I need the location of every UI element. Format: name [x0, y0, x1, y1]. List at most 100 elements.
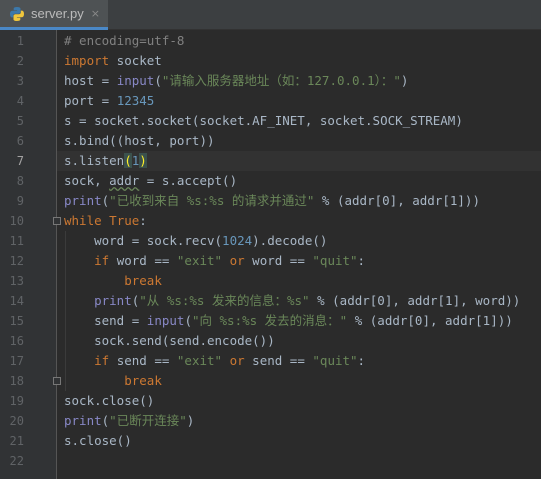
code-token: print: [94, 293, 132, 308]
code-token: % (addr[0], addr[1], word)): [309, 293, 521, 308]
line-number: 2: [16, 54, 24, 68]
code-token: send ==: [244, 353, 313, 368]
line-number: 6: [16, 134, 24, 148]
code-text: # encoding=utf-8: [64, 31, 184, 51]
code-token: 12345: [116, 93, 155, 108]
code-token: "quit": [312, 253, 358, 268]
code-token: # encoding=utf-8: [64, 33, 185, 48]
code-token: :: [139, 213, 147, 228]
code-line[interactable]: 15 send = input("向 %s:%s 发去的消息：" % (addr…: [0, 311, 541, 331]
line-number: 8: [16, 174, 24, 188]
line-number: 16: [9, 334, 24, 348]
code-line[interactable]: 22: [0, 451, 541, 471]
code-token: if: [94, 353, 110, 368]
code-token: break: [124, 373, 162, 388]
code-text: port = 12345: [64, 91, 154, 111]
fold-marker-icon[interactable]: [53, 217, 61, 225]
code-token: % (addr[0], addr[1])): [347, 313, 513, 328]
code-text: send = input("向 %s:%s 发去的消息：" % (addr[0]…: [64, 311, 513, 331]
fold-marker-icon[interactable]: [53, 377, 61, 385]
code-line[interactable]: 19 sock.close(): [0, 391, 541, 411]
code-line[interactable]: 16 sock.send(send.encode()): [0, 331, 541, 351]
code-token: import: [64, 53, 110, 68]
line-number: 20: [9, 414, 24, 428]
code-text: s.listen(1): [64, 151, 147, 171]
line-number: 1: [16, 34, 24, 48]
code-token: or: [229, 353, 245, 368]
code-token: ): [139, 153, 147, 168]
code-token: socket: [109, 53, 162, 68]
code-token: addr: [109, 173, 140, 188]
code-line[interactable]: 1 # encoding=utf-8: [0, 31, 541, 51]
line-number: 9: [16, 194, 24, 208]
code-text: sock.close(): [64, 391, 154, 411]
code-text: print("已断开连接"): [64, 411, 194, 431]
code-line[interactable]: 10 while True:: [0, 211, 541, 231]
code-text: s.close(): [64, 431, 132, 451]
code-token: word ==: [109, 253, 177, 268]
code-line[interactable]: 4 port = 12345: [0, 91, 541, 111]
code-text: if word == "exit" or word == "quit":: [64, 251, 365, 271]
code-token: s = socket.socket(socket.AF_INET, socket…: [64, 113, 463, 128]
line-number: 5: [16, 114, 24, 128]
code-token: s.close(): [64, 433, 132, 448]
code-token: "向 %s:%s 发去的消息：": [191, 313, 348, 328]
code-line[interactable]: 18 break: [0, 371, 541, 391]
code-text: break: [64, 371, 162, 391]
python-file-icon: [9, 6, 25, 22]
tab-filename: server.py: [31, 6, 84, 21]
code-token: "quit": [312, 353, 358, 368]
code-line[interactable]: 6 s.bind((host, port)): [0, 131, 541, 151]
code-editor[interactable]: 1 # encoding=utf-8 2 import socket 3 host = i…: [0, 30, 541, 479]
line-number: 14: [9, 294, 24, 308]
close-tab-icon[interactable]: ×: [91, 7, 100, 20]
code-token: 1024: [222, 233, 253, 248]
code-token: "请输入服务器地址（如：127.0.0.1）：": [161, 73, 401, 88]
line-number: 4: [16, 94, 24, 108]
code-line[interactable]: 20 print("已断开连接"): [0, 411, 541, 431]
code-line[interactable]: 3 host = input("请输入服务器地址（如：127.0.0.1）："): [0, 71, 541, 91]
code-line[interactable]: 17 if send == "exit" or send == "quit":: [0, 351, 541, 371]
code-token: = s.accept(): [139, 173, 238, 188]
code-token: :: [357, 253, 366, 268]
code-token: (: [154, 73, 162, 88]
code-text: s.bind((host, port)): [64, 131, 215, 151]
code-text: sock, addr = s.accept(): [64, 171, 237, 191]
code-token: sock.close(): [64, 393, 155, 408]
code-line[interactable]: 5 s = socket.socket(socket.AF_INET, socke…: [0, 111, 541, 131]
code-token: :: [357, 353, 366, 368]
code-line[interactable]: 13 break: [0, 271, 541, 291]
code-line[interactable]: 12 if word == "exit" or word == "quit":: [0, 251, 541, 271]
line-number: 22: [9, 454, 24, 468]
code-line[interactable]: 8 sock, addr = s.accept(): [0, 171, 541, 191]
code-token: sock.send(send.encode()): [64, 333, 275, 348]
line-number: 19: [9, 394, 24, 408]
line-number: 15: [9, 314, 24, 328]
code-token: "已断开连接": [109, 413, 187, 428]
code-text: break: [64, 271, 162, 291]
code-line[interactable]: 11 word = sock.recv(1024).decode(): [0, 231, 541, 251]
code-line[interactable]: 21 s.close(): [0, 431, 541, 451]
code-line[interactable]: 14 print("从 %s:%s 发来的信息：%s" % (addr[0], …: [0, 291, 541, 311]
line-number: 10: [9, 214, 24, 228]
line-number: 17: [9, 354, 24, 368]
code-token: ): [186, 413, 195, 428]
code-text: print("从 %s:%s 发来的信息：%s" % (addr[0], add…: [64, 291, 520, 311]
code-token: or: [229, 253, 245, 268]
code-line[interactable]: 7 s.listen(1): [0, 151, 541, 171]
code-text: host = input("请输入服务器地址（如：127.0.0.1）："): [64, 71, 408, 91]
code-token: print: [64, 193, 102, 208]
line-number: 11: [9, 234, 24, 248]
code-token: % (addr[0], addr[1])): [314, 193, 480, 208]
code-line[interactable]: 9 print("已收到来自 %s:%s 的请求并通过" % (addr[0], …: [0, 191, 541, 211]
code-token: ): [400, 73, 409, 88]
line-number: 18: [9, 374, 24, 388]
code-token: "从 %s:%s 发来的信息：%s": [139, 293, 310, 308]
line-number: 7: [16, 154, 24, 168]
code-token: break: [124, 273, 162, 288]
code-line[interactable]: 2 import socket: [0, 51, 541, 71]
code-token: send =: [64, 313, 147, 328]
tab-server-py[interactable]: server.py ×: [0, 0, 108, 30]
